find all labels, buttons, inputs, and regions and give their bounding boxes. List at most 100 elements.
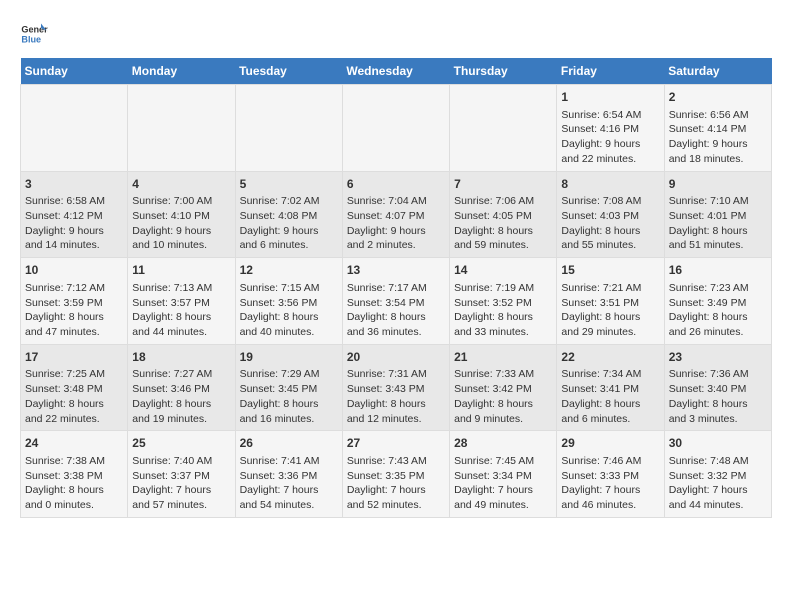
header-day-tuesday: Tuesday xyxy=(235,58,342,85)
day-info: Sunrise: 6:54 AM Sunset: 4:16 PM Dayligh… xyxy=(561,108,659,167)
calendar-table: SundayMondayTuesdayWednesdayThursdayFrid… xyxy=(20,58,772,518)
day-info: Sunrise: 7:10 AM Sunset: 4:01 PM Dayligh… xyxy=(669,194,767,253)
calendar-cell: 25 Sunrise: 7:40 AM Sunset: 3:37 PM Dayli… xyxy=(128,431,235,518)
calendar-cell: 3Sunrise: 6:58 AM Sunset: 4:12 PM Daylig… xyxy=(21,171,128,258)
day-number: 11 xyxy=(132,262,230,279)
day-number: 28 xyxy=(454,435,552,452)
day-info: Sunrise: 7:15 AM Sunset: 3:56 PM Dayligh… xyxy=(240,281,338,340)
day-info: Sunrise: 7:00 AM Sunset: 4:10 PM Dayligh… xyxy=(132,194,230,253)
header-row: SundayMondayTuesdayWednesdayThursdayFrid… xyxy=(21,58,772,85)
day-number: 8 xyxy=(561,176,659,193)
day-info: Sunrise: 6:56 AM Sunset: 4:14 PM Dayligh… xyxy=(669,108,767,167)
day-number: 14 xyxy=(454,262,552,279)
day-number: 16 xyxy=(669,262,767,279)
day-info: Sunrise: 7:12 AM Sunset: 3:59 PM Dayligh… xyxy=(25,281,123,340)
day-number: 22 xyxy=(561,349,659,366)
day-number: 21 xyxy=(454,349,552,366)
calendar-cell xyxy=(21,85,128,172)
day-number: 25 xyxy=(132,435,230,452)
calendar-cell: 17Sunrise: 7:25 AM Sunset: 3:48 PM Dayli… xyxy=(21,344,128,431)
calendar-cell: 8Sunrise: 7:08 AM Sunset: 4:03 PM Daylig… xyxy=(557,171,664,258)
day-info: Sunrise: 7:13 AM Sunset: 3:57 PM Dayligh… xyxy=(132,281,230,340)
day-number: 9 xyxy=(669,176,767,193)
header-day-monday: Monday xyxy=(128,58,235,85)
day-info: Sunrise: 7:43 AM Sunset: 3:35 PM Dayligh… xyxy=(347,454,445,513)
day-info: Sunrise: 7:38 AM Sunset: 3:38 PM Dayligh… xyxy=(25,454,123,513)
calendar-cell xyxy=(450,85,557,172)
calendar-cell: 14 Sunrise: 7:19 AM Sunset: 3:52 PM Dayli… xyxy=(450,258,557,345)
header-day-sunday: Sunday xyxy=(21,58,128,85)
page-header: General Blue xyxy=(20,20,772,48)
day-number: 24 xyxy=(25,435,123,452)
svg-text:General: General xyxy=(21,25,48,35)
day-number: 29 xyxy=(561,435,659,452)
logo-icon: General Blue xyxy=(20,20,48,48)
day-info: Sunrise: 7:02 AM Sunset: 4:08 PM Dayligh… xyxy=(240,194,338,253)
week-row-1: 3Sunrise: 6:58 AM Sunset: 4:12 PM Daylig… xyxy=(21,171,772,258)
day-number: 4 xyxy=(132,176,230,193)
week-row-0: 1 Sunrise: 6:54 AM Sunset: 4:16 PM Daylig… xyxy=(21,85,772,172)
calendar-cell: 5Sunrise: 7:02 AM Sunset: 4:08 PM Daylig… xyxy=(235,171,342,258)
week-row-3: 17Sunrise: 7:25 AM Sunset: 3:48 PM Dayli… xyxy=(21,344,772,431)
calendar-cell: 9Sunrise: 7:10 AM Sunset: 4:01 PM Daylig… xyxy=(664,171,771,258)
calendar-cell: 30Sunrise: 7:48 AM Sunset: 3:32 PM Dayli… xyxy=(664,431,771,518)
day-info: Sunrise: 7:29 AM Sunset: 3:45 PM Dayligh… xyxy=(240,367,338,426)
calendar-cell: 10 Sunrise: 7:12 AM Sunset: 3:59 PM Dayli… xyxy=(21,258,128,345)
day-number: 3 xyxy=(25,176,123,193)
day-number: 13 xyxy=(347,262,445,279)
day-info: Sunrise: 7:31 AM Sunset: 3:43 PM Dayligh… xyxy=(347,367,445,426)
calendar-cell xyxy=(342,85,449,172)
day-number: 26 xyxy=(240,435,338,452)
week-row-4: 24 Sunrise: 7:38 AM Sunset: 3:38 PM Dayli… xyxy=(21,431,772,518)
calendar-header: SundayMondayTuesdayWednesdayThursdayFrid… xyxy=(21,58,772,85)
day-info: Sunrise: 7:34 AM Sunset: 3:41 PM Dayligh… xyxy=(561,367,659,426)
calendar-cell: 13 Sunrise: 7:17 AM Sunset: 3:54 PM Dayli… xyxy=(342,258,449,345)
calendar-cell: 1 Sunrise: 6:54 AM Sunset: 4:16 PM Daylig… xyxy=(557,85,664,172)
calendar-body: 1 Sunrise: 6:54 AM Sunset: 4:16 PM Daylig… xyxy=(21,85,772,518)
calendar-cell: 16 Sunrise: 7:23 AM Sunset: 3:49 PM Dayli… xyxy=(664,258,771,345)
header-day-saturday: Saturday xyxy=(664,58,771,85)
day-number: 18 xyxy=(132,349,230,366)
day-number: 5 xyxy=(240,176,338,193)
day-info: Sunrise: 7:45 AM Sunset: 3:34 PM Dayligh… xyxy=(454,454,552,513)
calendar-cell: 2Sunrise: 6:56 AM Sunset: 4:14 PM Daylig… xyxy=(664,85,771,172)
day-info: Sunrise: 7:04 AM Sunset: 4:07 PM Dayligh… xyxy=(347,194,445,253)
day-info: Sunrise: 7:23 AM Sunset: 3:49 PM Dayligh… xyxy=(669,281,767,340)
day-number: 1 xyxy=(561,89,659,106)
calendar-cell: 18Sunrise: 7:27 AM Sunset: 3:46 PM Dayli… xyxy=(128,344,235,431)
calendar-cell: 29Sunrise: 7:46 AM Sunset: 3:33 PM Dayli… xyxy=(557,431,664,518)
day-number: 30 xyxy=(669,435,767,452)
day-info: Sunrise: 7:21 AM Sunset: 3:51 PM Dayligh… xyxy=(561,281,659,340)
calendar-cell: 22Sunrise: 7:34 AM Sunset: 3:41 PM Dayli… xyxy=(557,344,664,431)
day-number: 6 xyxy=(347,176,445,193)
calendar-cell: 26 Sunrise: 7:41 AM Sunset: 3:36 PM Dayli… xyxy=(235,431,342,518)
calendar-cell: 19Sunrise: 7:29 AM Sunset: 3:45 PM Dayli… xyxy=(235,344,342,431)
day-info: Sunrise: 7:40 AM Sunset: 3:37 PM Dayligh… xyxy=(132,454,230,513)
day-number: 15 xyxy=(561,262,659,279)
calendar-cell: 7Sunrise: 7:06 AM Sunset: 4:05 PM Daylig… xyxy=(450,171,557,258)
logo: General Blue xyxy=(20,20,52,48)
day-number: 19 xyxy=(240,349,338,366)
day-info: Sunrise: 7:08 AM Sunset: 4:03 PM Dayligh… xyxy=(561,194,659,253)
calendar-cell xyxy=(235,85,342,172)
svg-text:Blue: Blue xyxy=(21,34,41,44)
day-number: 10 xyxy=(25,262,123,279)
day-number: 17 xyxy=(25,349,123,366)
calendar-cell: 6Sunrise: 7:04 AM Sunset: 4:07 PM Daylig… xyxy=(342,171,449,258)
calendar-cell: 23Sunrise: 7:36 AM Sunset: 3:40 PM Dayli… xyxy=(664,344,771,431)
day-number: 7 xyxy=(454,176,552,193)
day-number: 20 xyxy=(347,349,445,366)
calendar-cell: 4Sunrise: 7:00 AM Sunset: 4:10 PM Daylig… xyxy=(128,171,235,258)
day-info: Sunrise: 7:17 AM Sunset: 3:54 PM Dayligh… xyxy=(347,281,445,340)
day-number: 27 xyxy=(347,435,445,452)
header-day-friday: Friday xyxy=(557,58,664,85)
day-number: 12 xyxy=(240,262,338,279)
calendar-cell: 15 Sunrise: 7:21 AM Sunset: 3:51 PM Dayli… xyxy=(557,258,664,345)
calendar-cell: 12 Sunrise: 7:15 AM Sunset: 3:56 PM Dayli… xyxy=(235,258,342,345)
day-info: Sunrise: 7:19 AM Sunset: 3:52 PM Dayligh… xyxy=(454,281,552,340)
calendar-cell: 24 Sunrise: 7:38 AM Sunset: 3:38 PM Dayli… xyxy=(21,431,128,518)
day-info: Sunrise: 7:41 AM Sunset: 3:36 PM Dayligh… xyxy=(240,454,338,513)
calendar-cell xyxy=(128,85,235,172)
day-info: Sunrise: 7:27 AM Sunset: 3:46 PM Dayligh… xyxy=(132,367,230,426)
calendar-cell: 28 Sunrise: 7:45 AM Sunset: 3:34 PM Dayli… xyxy=(450,431,557,518)
